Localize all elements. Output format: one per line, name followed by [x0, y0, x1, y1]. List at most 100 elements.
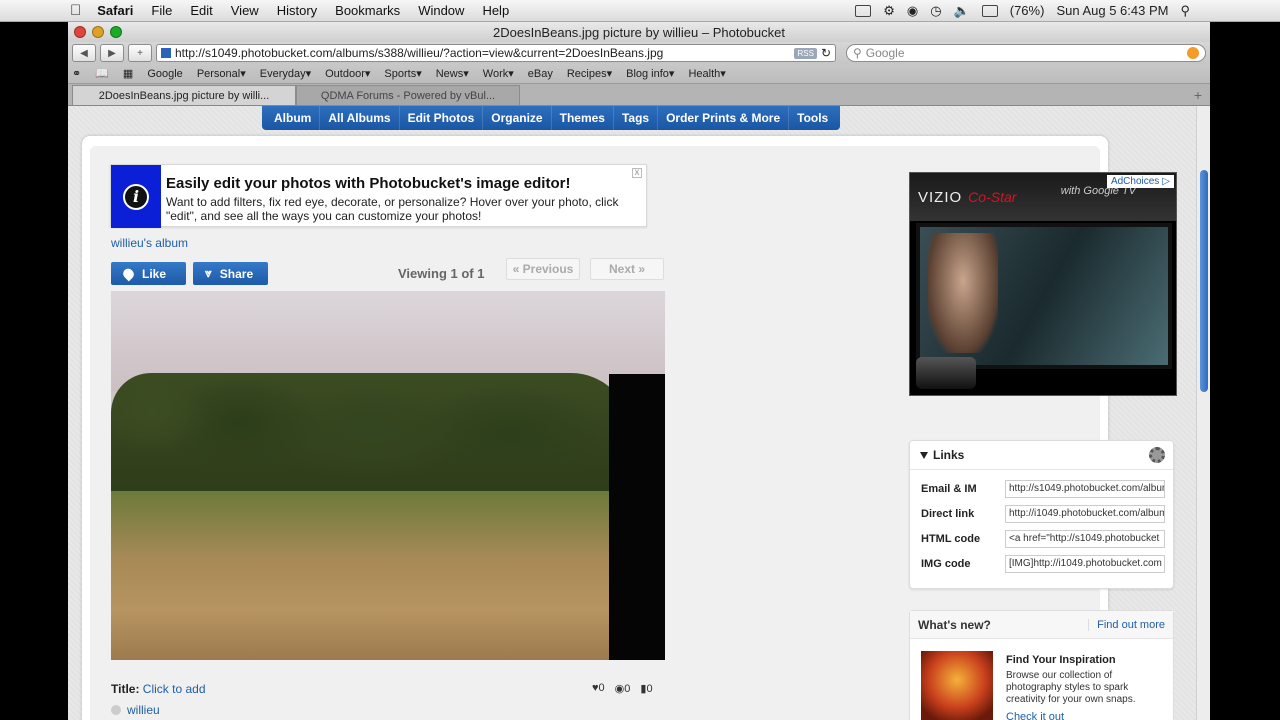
bookmark-google[interactable]: Google: [147, 68, 182, 80]
nav-album[interactable]: Album: [266, 106, 321, 130]
battery-icon[interactable]: [981, 4, 998, 17]
top-sites-icon[interactable]: ▦: [123, 67, 133, 80]
search-field[interactable]: ⚲ Google: [846, 44, 1206, 62]
previous-button[interactable]: « Previous: [506, 258, 580, 280]
html-label: HTML code: [921, 533, 981, 545]
reload-icon[interactable]: ↻: [821, 46, 831, 60]
bookmark-work[interactable]: Work▾: [483, 67, 514, 80]
address-bar[interactable]: http://s1049.photobucket.com/albums/s388…: [156, 44, 836, 62]
link-row-email: Email & IM http://s1049.photobucket.com/…: [921, 479, 1166, 499]
nav-order-prints[interactable]: Order Prints & More: [658, 106, 790, 130]
bookmark-recipes[interactable]: Recipes▾: [567, 67, 612, 80]
bluetooth-icon[interactable]: ⚙: [883, 3, 895, 19]
bookmark-ebay[interactable]: eBay: [528, 68, 553, 80]
nav-themes[interactable]: Themes: [552, 106, 614, 130]
search-go-icon[interactable]: [1187, 47, 1199, 59]
vizio-advertisement[interactable]: VIZIO Co-Star with Google TV AdChoices ▷: [909, 172, 1177, 396]
nav-organize[interactable]: Organize: [483, 106, 552, 130]
menu-help[interactable]: Help: [482, 3, 509, 18]
reading-list-icon[interactable]: ⚭: [72, 67, 81, 80]
like-button[interactable]: Like: [111, 262, 186, 285]
bookmarks-book-icon[interactable]: 📖: [95, 67, 109, 80]
volume-icon[interactable]: 🔈: [954, 3, 970, 19]
zoom-window-button[interactable]: [110, 26, 122, 38]
menu-history[interactable]: History: [277, 3, 317, 18]
email-label: Email & IM: [921, 483, 977, 495]
ad-brand-product: Co-Star: [968, 189, 1017, 205]
time-machine-icon[interactable]: ◷: [930, 3, 941, 19]
views-count: 0: [624, 683, 631, 695]
ad-tv-image: [916, 223, 1172, 369]
email-link-field[interactable]: http://s1049.photobucket.com/albums: [1005, 480, 1165, 498]
minimize-window-button[interactable]: [92, 26, 104, 38]
whats-new-title: What's new?: [918, 617, 991, 632]
title-add-link[interactable]: Click to add: [143, 682, 206, 696]
nav-edit-photos[interactable]: Edit Photos: [400, 106, 484, 130]
menu-bookmarks[interactable]: Bookmarks: [335, 3, 400, 18]
tab-photobucket[interactable]: 2DoesInBeans.jpg picture by willi...: [72, 85, 296, 105]
battery-percent[interactable]: (76%): [1010, 3, 1045, 18]
main-photo[interactable]: [111, 291, 665, 660]
bookmark-sports[interactable]: Sports▾: [384, 67, 421, 80]
whats-new-panel: What's new? Find out more Find Your Insp…: [909, 610, 1174, 720]
menu-view[interactable]: View: [231, 3, 259, 18]
bookmark-blog-info[interactable]: Blog info▾: [626, 67, 674, 80]
links-header[interactable]: Links: [920, 448, 964, 462]
scrollbar-thumb[interactable]: [1200, 170, 1208, 392]
ad-device-image: [916, 357, 976, 389]
favicon-icon: [161, 48, 171, 58]
back-button[interactable]: ◀: [72, 44, 96, 62]
tab-qdma-forums[interactable]: QDMA Forums - Powered by vBul...: [296, 85, 520, 105]
inspiration-thumbnail[interactable]: [921, 651, 993, 720]
bookmark-news[interactable]: News▾: [436, 67, 469, 80]
direct-link-field[interactable]: http://i1049.photobucket.com/albums: [1005, 505, 1165, 523]
bookmark-personal[interactable]: Personal▾: [197, 67, 246, 80]
share-button[interactable]: ⩔ Share: [193, 262, 268, 285]
gear-icon[interactable]: [1149, 447, 1165, 463]
clock[interactable]: Sun Aug 5 6:43 PM: [1056, 3, 1168, 18]
web-page: Album All Albums Edit Photos Organize Th…: [68, 106, 1210, 720]
nav-tags[interactable]: Tags: [614, 106, 659, 130]
menu-file[interactable]: File: [151, 3, 172, 18]
next-button[interactable]: Next »: [590, 258, 664, 280]
new-tab-button[interactable]: +: [1194, 87, 1202, 103]
spotlight-icon[interactable]: ⚲: [1180, 3, 1190, 19]
menu-window[interactable]: Window: [418, 3, 464, 18]
nav-tools[interactable]: Tools: [789, 106, 836, 130]
img-code-field[interactable]: [IMG]http://i1049.photobucket.com: [1005, 555, 1165, 573]
title-bar: 2DoesInBeans.jpg picture by willieu – Ph…: [68, 22, 1210, 42]
inspiration-description: Browse our collection of photography sty…: [1006, 670, 1136, 705]
rss-button[interactable]: RSS: [794, 47, 817, 59]
search-placeholder: Google: [865, 46, 905, 60]
close-icon[interactable]: x: [632, 168, 642, 178]
check-it-out-link[interactable]: Check it out: [1006, 711, 1064, 720]
camera-icon[interactable]: [855, 4, 872, 17]
adchoices-link[interactable]: AdChoices ▷: [1106, 175, 1174, 188]
page-scrollbar[interactable]: [1196, 106, 1210, 720]
nav-all-albums[interactable]: All Albums: [320, 106, 400, 130]
menu-safari[interactable]: Safari: [97, 3, 133, 18]
heart-icon: [121, 266, 136, 281]
search-icon: ⚲: [853, 46, 862, 60]
bookmark-outdoor[interactable]: Outdoor▾: [325, 67, 370, 80]
window-title: 2DoesInBeans.jpg picture by willieu – Ph…: [493, 24, 785, 40]
ad-brand: VIZIO: [918, 188, 963, 206]
bookmark-everyday[interactable]: Everyday▾: [260, 67, 311, 80]
find-out-more-link[interactable]: Find out more: [1088, 618, 1165, 631]
html-code-field[interactable]: <a href="http://s1049.photobucket: [1005, 530, 1165, 548]
url-text[interactable]: http://s1049.photobucket.com/albums/s388…: [175, 46, 790, 60]
browser-toolbar: ◀ ▶ + http://s1049.photobucket.com/album…: [68, 42, 1210, 64]
viewing-count: Viewing 1 of 1: [398, 266, 485, 281]
apple-menu-icon[interactable]: : [0, 2, 81, 19]
inspiration-heading: Find Your Inspiration: [1006, 654, 1116, 666]
photobucket-nav: Album All Albums Edit Photos Organize Th…: [262, 106, 841, 130]
user-link[interactable]: willieu: [127, 703, 160, 717]
bookmark-health[interactable]: Health▾: [688, 67, 725, 80]
close-window-button[interactable]: [74, 26, 86, 38]
forward-button[interactable]: ▶: [100, 44, 124, 62]
menu-edit[interactable]: Edit: [190, 3, 212, 18]
photo-title-row: Title: Click to add: [111, 682, 206, 696]
album-link[interactable]: willieu's album: [111, 236, 188, 250]
add-bookmark-button[interactable]: +: [128, 44, 152, 62]
wifi-icon[interactable]: ◉: [907, 3, 918, 19]
